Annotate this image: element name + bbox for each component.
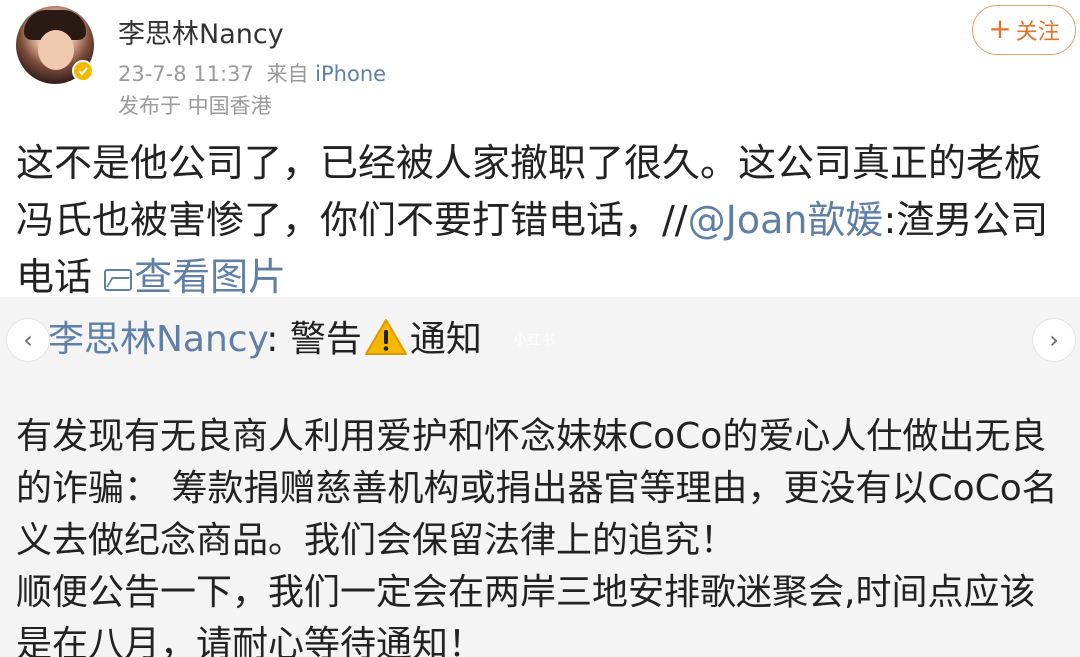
source-prefix: 来自	[266, 62, 309, 86]
view-image-label: 查看图片	[134, 255, 287, 299]
chevron-right-icon: ›	[1049, 326, 1059, 354]
source-link[interactable]: iPhone	[315, 62, 386, 86]
repost-title: 李思林Nancy: 警告 通知	[48, 310, 482, 362]
repost-line: 的诈骗： 筹款捐赠慈善机构或捐出器官等理由，更没有以CoCo名	[16, 468, 1058, 509]
repost-line: 顺便公告一下，我们一定会在两岸三地安排歌迷聚会,时间点应该	[16, 572, 1036, 613]
follow-label: 关注	[1015, 20, 1060, 45]
location: 发布于 中国香港	[118, 94, 272, 118]
post-text: 这不是他公司了，已经被人家撤职了很久。这公司真正的老板冯氏也被害惨了，你们不要打…	[16, 135, 1066, 306]
post-header: 李思林Nancy 23-7-8 11:37 来自 iPhone 发布于 中国香港…	[0, 0, 1080, 125]
warning-icon	[364, 319, 407, 355]
mention-link[interactable]: @Joan歆媛	[688, 198, 884, 242]
follow-button[interactable]: + 关注	[972, 5, 1076, 55]
watermark: 小红书	[513, 333, 555, 349]
repost-title-end: 通知	[409, 319, 482, 360]
repost-body: 有发现有无良商人利用爱护和怀念妹妹CoCo的爱心人仕做出无良 的诈骗： 筹款捐赠…	[16, 411, 1071, 657]
prev-button[interactable]: ‹	[6, 318, 50, 362]
repost-line: 是在八月，请耐心等待通知！	[16, 624, 485, 657]
chevron-left-icon: ‹	[23, 326, 33, 354]
image-icon	[104, 269, 133, 291]
repost-title-mid: : 警告	[266, 319, 362, 360]
verified-badge-icon	[72, 60, 94, 82]
repost-line: 义去做纪念商品。我们会保留法律上的追究！	[16, 520, 737, 561]
username[interactable]: 李思林Nancy	[118, 12, 284, 51]
timestamp: 23-7-8 11:37	[118, 62, 254, 86]
avatar-face	[38, 30, 74, 70]
next-button[interactable]: ›	[1032, 318, 1076, 362]
plus-icon: +	[988, 12, 1012, 45]
post-meta: 23-7-8 11:37 来自 iPhone	[118, 58, 386, 88]
repost-author[interactable]: 李思林Nancy	[48, 319, 266, 360]
repost-line: 有发现有无良商人利用爱护和怀念妹妹CoCo的爱心人仕做出无良	[16, 416, 1047, 457]
view-image-link[interactable]: 查看图片	[104, 255, 286, 299]
repost-card[interactable]: ‹ 李思林Nancy: 警告 通知 小红书 › 有发现有无良商人利用爱护和怀念妹…	[0, 297, 1080, 657]
